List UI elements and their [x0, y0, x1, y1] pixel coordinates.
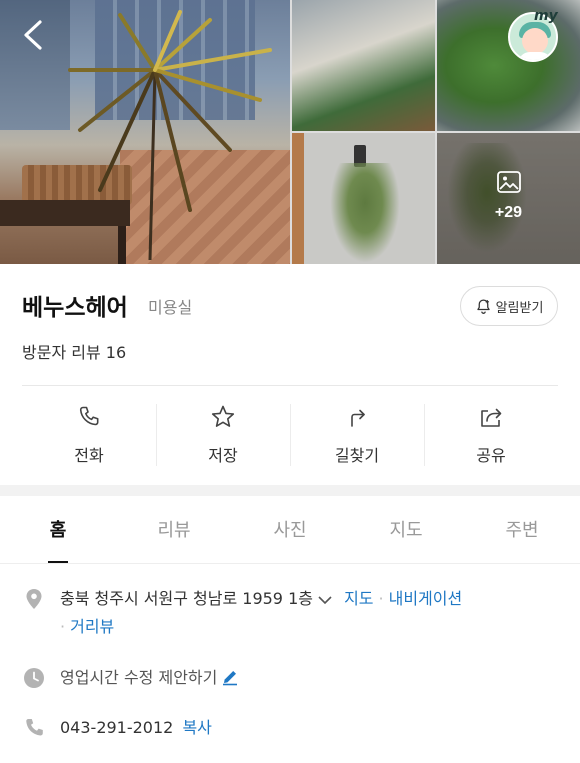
hours-suggest-link[interactable]: 영업시간 수정 제안하기 [60, 668, 217, 687]
phone-number[interactable]: 043-291-2012 [60, 718, 173, 737]
save-label: 저장 [208, 446, 238, 465]
address-text: 충북 청주시 서원구 청남로 1959 1층 [60, 589, 313, 608]
chevron-left-icon[interactable] [18, 18, 48, 52]
image-icon [497, 171, 521, 193]
photo-2[interactable] [292, 0, 435, 131]
clock-icon [24, 668, 44, 688]
tab-photos[interactable]: 사진 [232, 496, 348, 563]
location-pin-icon [26, 589, 42, 609]
more-photos-count: +29 [494, 204, 523, 221]
place-category: 미용실 [148, 298, 193, 317]
pencil-icon[interactable] [221, 668, 239, 686]
tab-home[interactable]: 홈 [0, 496, 116, 563]
navigation-link[interactable]: 내비게이션 [389, 589, 463, 608]
photo-3[interactable] [437, 0, 580, 131]
phone-icon [79, 406, 99, 426]
more-photos-button[interactable]: +29 [437, 133, 580, 264]
notify-label: 알림받기 [495, 300, 544, 316]
place-name: 베누스헤어 [22, 295, 128, 321]
bell-plus-icon [476, 298, 490, 314]
share-button[interactable]: 공유 [424, 386, 558, 484]
call-label: 전화 [74, 446, 104, 465]
directions-button[interactable]: 길찾기 [290, 386, 424, 484]
directions-label: 길찾기 [334, 446, 380, 465]
map-link[interactable]: 지도 [344, 589, 373, 608]
call-button[interactable]: 전화 [22, 386, 156, 484]
action-bar: 전화 저장 길찾기 공유 [22, 386, 558, 484]
copy-phone-link[interactable]: 복사 [182, 718, 211, 737]
tab-nearby[interactable]: 주변 [464, 496, 580, 563]
share-icon [481, 408, 502, 427]
photo-gallery: +29 my [0, 0, 580, 264]
notify-button[interactable]: 알림받기 [460, 286, 558, 326]
tab-reviews[interactable]: 리뷰 [116, 496, 232, 563]
photo-4[interactable] [292, 133, 435, 264]
my-badge: my [534, 8, 558, 24]
hours-row: 영업시간 수정 제안하기 [22, 664, 558, 692]
tab-map[interactable]: 지도 [348, 496, 464, 563]
chevron-down-icon[interactable] [317, 594, 333, 606]
save-button[interactable]: 저장 [156, 386, 290, 484]
phone-row: 043-291-2012 복사 [22, 714, 558, 742]
share-label: 공유 [476, 446, 506, 465]
phone-icon [26, 719, 43, 736]
visitor-reviews-link[interactable]: 방문자 리뷰 16 [22, 339, 126, 363]
tab-bar: 홈 리뷰 사진 지도 주변 [0, 496, 580, 564]
streetview-link[interactable]: 거리뷰 [70, 617, 114, 636]
address-row: 충북 청주시 서원구 청남로 1959 1층 지도 · 내비게이션 · 거리뷰 [22, 585, 558, 645]
section-divider [0, 485, 580, 496]
star-icon [211, 405, 235, 427]
directions-icon [351, 409, 365, 427]
